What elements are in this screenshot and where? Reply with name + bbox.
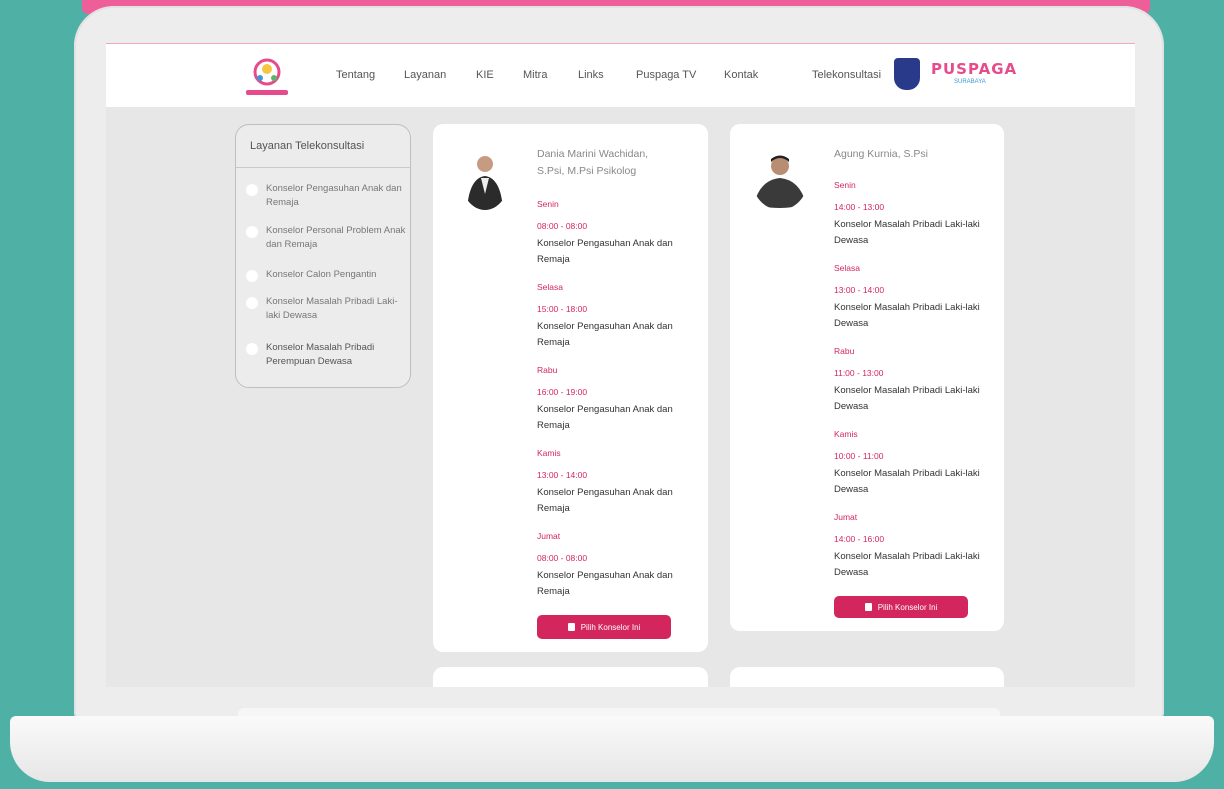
schedule-entry: Jumat 08:00 - 08:00 Konselor Pengasuhan … (537, 530, 697, 600)
nav-links[interactable]: Links (578, 69, 604, 81)
schedule-day: Senin (537, 199, 559, 209)
schedule-service: Konselor Masalah Pribadi Laki-laki Dewas… (834, 302, 980, 329)
nav-layanan[interactable]: Layanan (404, 69, 446, 81)
schedule-service: Konselor Pengasuhan Anak dan Remaja (537, 570, 673, 597)
schedule-time: 11:00 - 13:00 (834, 368, 884, 378)
counselor-name: Dania Marini Wachidan, S.Psi, M.Psi Psik… (537, 148, 649, 177)
schedule-service: Konselor Masalah Pribadi Laki-laki Dewas… (834, 551, 980, 578)
schedule-service: Konselor Pengasuhan Anak dan Remaja (537, 321, 673, 348)
schedule-day: Rabu (834, 346, 855, 356)
filter-label: Konselor Personal Problem Anak dan Remaj… (266, 225, 406, 250)
calendar-icon (864, 603, 872, 611)
brand-subtitle: SURABAYA (954, 79, 986, 85)
calendar-icon (567, 623, 575, 631)
schedule-entry: Selasa 15:00 - 18:00 Konselor Pengasuhan… (537, 281, 697, 351)
filter-label: Konselor Calon Pengantin (266, 269, 377, 280)
schedule-entry: Rabu 11:00 - 13:00 Konselor Masalah Prib… (834, 345, 994, 415)
schedule-entry: Rabu 16:00 - 19:00 Konselor Pengasuhan A… (537, 364, 697, 434)
select-counselor-button[interactable]: Pilih Konselor Ini (834, 596, 968, 618)
nav-telekonsultasi[interactable]: Telekonsultasi (812, 69, 881, 81)
nav-mitra[interactable]: Mitra (523, 69, 547, 81)
counselor-card-partial (433, 667, 708, 687)
schedule-service: Konselor Masalah Pribadi Laki-laki Dewas… (834, 468, 980, 495)
schedule-day: Jumat (834, 512, 858, 522)
surabaya-seal-icon (894, 58, 920, 90)
select-counselor-label: Pilih Konselor Ini (877, 602, 938, 612)
counselor-name: Agung Kurnia, S.Psi (834, 148, 928, 160)
schedule-service: Konselor Pengasuhan Anak dan Remaja (537, 487, 673, 514)
divider (236, 167, 410, 168)
schedule-time: 15:00 - 18:00 (537, 304, 588, 314)
schedule-service: Konselor Pengasuhan Anak dan Remaja (537, 404, 673, 431)
schedule-time: 14:00 - 13:00 (834, 202, 885, 212)
nav-tentang[interactable]: Tentang (336, 69, 375, 81)
sidebar-title: Layanan Telekonsultasi (250, 140, 365, 152)
schedule-day: Kamis (537, 448, 561, 458)
counselor-photo (461, 148, 509, 210)
nav-kie[interactable]: KIE (476, 69, 494, 81)
select-counselor-button[interactable]: Pilih Konselor Ini (537, 615, 671, 639)
schedule-service: Konselor Masalah Pribadi Laki-laki Dewas… (834, 219, 980, 246)
schedule-day: Senin (834, 180, 856, 190)
radio-button[interactable] (246, 297, 258, 309)
schedule-time: 13:00 - 14:00 (834, 285, 885, 295)
filter-label: Konselor Masalah Pribadi Laki-laki Dewas… (266, 296, 398, 321)
schedule-day: Selasa (537, 282, 563, 292)
service-filter-panel: Layanan Telekonsultasi Konselor Pengasuh… (235, 124, 411, 388)
schedule-day: Rabu (537, 365, 558, 375)
schedule-time: 13:00 - 14:00 (537, 470, 588, 480)
radio-button[interactable] (246, 184, 258, 196)
puspaga-logo[interactable] (236, 54, 298, 100)
schedule-entry: Senin 14:00 - 13:00 Konselor Masalah Pri… (834, 179, 994, 249)
schedule-day: Selasa (834, 263, 860, 273)
schedule-time: 08:00 - 08:00 (537, 553, 588, 563)
brand-logo[interactable]: PUSPAGA (931, 60, 1017, 78)
radio-button[interactable] (246, 270, 258, 282)
laptop-base (10, 716, 1214, 782)
schedule-time: 10:00 - 11:00 (834, 451, 884, 461)
schedule-service: Konselor Masalah Pribadi Laki-laki Dewas… (834, 385, 980, 412)
schedule-day: Kamis (834, 429, 858, 439)
counselor-photo (752, 148, 808, 210)
nav-kontak[interactable]: Kontak (724, 69, 758, 81)
schedule-entry: Kamis 13:00 - 14:00 Konselor Pengasuhan … (537, 447, 697, 517)
radio-button[interactable] (246, 343, 258, 355)
counselor-card: Dania Marini Wachidan, S.Psi, M.Psi Psik… (433, 124, 708, 652)
nav-puspaga-tv[interactable]: Puspaga TV (636, 69, 696, 81)
schedule-entry: Senin 08:00 - 08:00 Konselor Pengasuhan … (537, 198, 697, 268)
schedule-time: 16:00 - 19:00 (537, 387, 588, 397)
filter-label: Konselor Pengasuhan Anak dan Remaja (266, 183, 402, 208)
select-counselor-label: Pilih Konselor Ini (580, 622, 641, 632)
radio-button[interactable] (246, 226, 258, 238)
schedule-service: Konselor Pengasuhan Anak dan Remaja (537, 238, 673, 265)
schedule-entry: Kamis 10:00 - 11:00 Konselor Masalah Pri… (834, 428, 994, 498)
navbar: Tentang Layanan KIE Mitra Links Puspaga … (106, 43, 1135, 107)
schedule-time: 14:00 - 16:00 (834, 534, 885, 544)
screen: Tentang Layanan KIE Mitra Links Puspaga … (106, 43, 1135, 687)
counselor-card-partial (730, 667, 1004, 687)
schedule-time: 08:00 - 08:00 (537, 221, 588, 231)
counselor-card: Agung Kurnia, S.Psi Senin 14:00 - 13:00 … (730, 124, 1004, 631)
schedule-day: Jumat (537, 531, 561, 541)
schedule-entry: Jumat 14:00 - 16:00 Konselor Masalah Pri… (834, 511, 994, 581)
schedule-entry: Selasa 13:00 - 14:00 Konselor Masalah Pr… (834, 262, 994, 332)
filter-label: Konselor Masalah Pribadi Perempuan Dewas… (266, 342, 375, 367)
